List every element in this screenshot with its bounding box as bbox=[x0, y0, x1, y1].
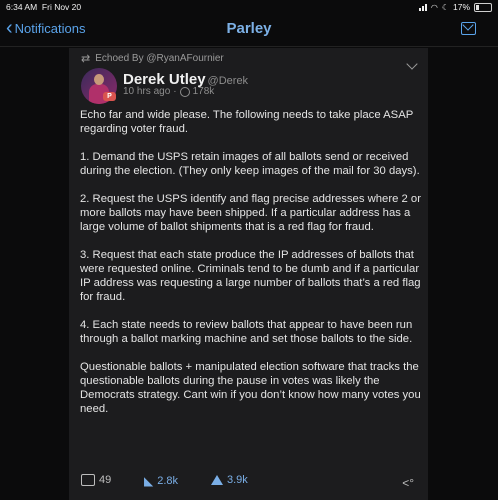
post-actions: 49 ◣ 2.8k 3.9k <° bbox=[69, 472, 428, 494]
view-count: 178k bbox=[192, 86, 215, 97]
comment-button[interactable]: 49 bbox=[81, 474, 111, 486]
status-right: ◠ ☾ 17% bbox=[418, 2, 492, 12]
eye-icon bbox=[179, 86, 190, 97]
battery-icon bbox=[474, 2, 492, 12]
comment-icon bbox=[81, 474, 95, 486]
echo-icon: ⇄ bbox=[81, 53, 91, 65]
comment-count: 49 bbox=[99, 474, 112, 486]
upvote-icon bbox=[211, 475, 223, 485]
echoed-by-label: Echoed By @RyanAFournier bbox=[95, 53, 224, 64]
upvote-count: 3.9k bbox=[227, 474, 248, 486]
time-ago: 10 hrs ago bbox=[123, 86, 171, 97]
signal-icon bbox=[418, 3, 427, 11]
moon-icon: ☾ bbox=[441, 2, 449, 12]
battery-percent: 17% bbox=[452, 2, 470, 12]
post-paragraph: 4. Each state needs to review ballots th… bbox=[80, 319, 413, 345]
echo-icon: ◣ bbox=[144, 474, 154, 488]
post-meta: 10 hrs ago · 178k bbox=[123, 86, 215, 97]
post-body: Echo far and wide please. The following … bbox=[80, 108, 423, 430]
wifi-icon: ◠ bbox=[430, 2, 438, 12]
upvote-button[interactable]: 3.9k bbox=[211, 474, 248, 486]
post-paragraph: 2. Request the USPS identify and flag pr… bbox=[80, 193, 421, 233]
post-card: ⇄ Echoed By @RyanAFournier P Derek Utley… bbox=[69, 48, 428, 500]
echo-button[interactable]: ◣ 2.8k bbox=[144, 474, 178, 488]
echo-count: 2.8k bbox=[157, 475, 179, 487]
echoed-by: ⇄ Echoed By @RyanAFournier bbox=[81, 52, 224, 65]
post-paragraph: Echo far and wide please. The following … bbox=[80, 109, 414, 135]
page-title: Parley bbox=[226, 20, 272, 37]
post-paragraph: 1. Demand the USPS retain images of all … bbox=[80, 151, 420, 177]
verified-badge: P bbox=[103, 92, 116, 101]
post-paragraph: 3. Request that each state produce the I… bbox=[80, 249, 421, 303]
chevron-down-icon[interactable] bbox=[406, 58, 418, 70]
post-paragraph: Questionable ballots + manipulated elect… bbox=[80, 361, 421, 415]
status-bar: 6:34 AM Fri Nov 20 ◠ ☾ 17% bbox=[0, 0, 498, 14]
status-time: 6:34 AM Fri Nov 20 bbox=[6, 2, 82, 12]
mail-icon[interactable] bbox=[461, 22, 476, 35]
nav-bar: ‹ Notifications Parley bbox=[0, 14, 498, 47]
share-icon[interactable]: <° bbox=[402, 476, 414, 490]
